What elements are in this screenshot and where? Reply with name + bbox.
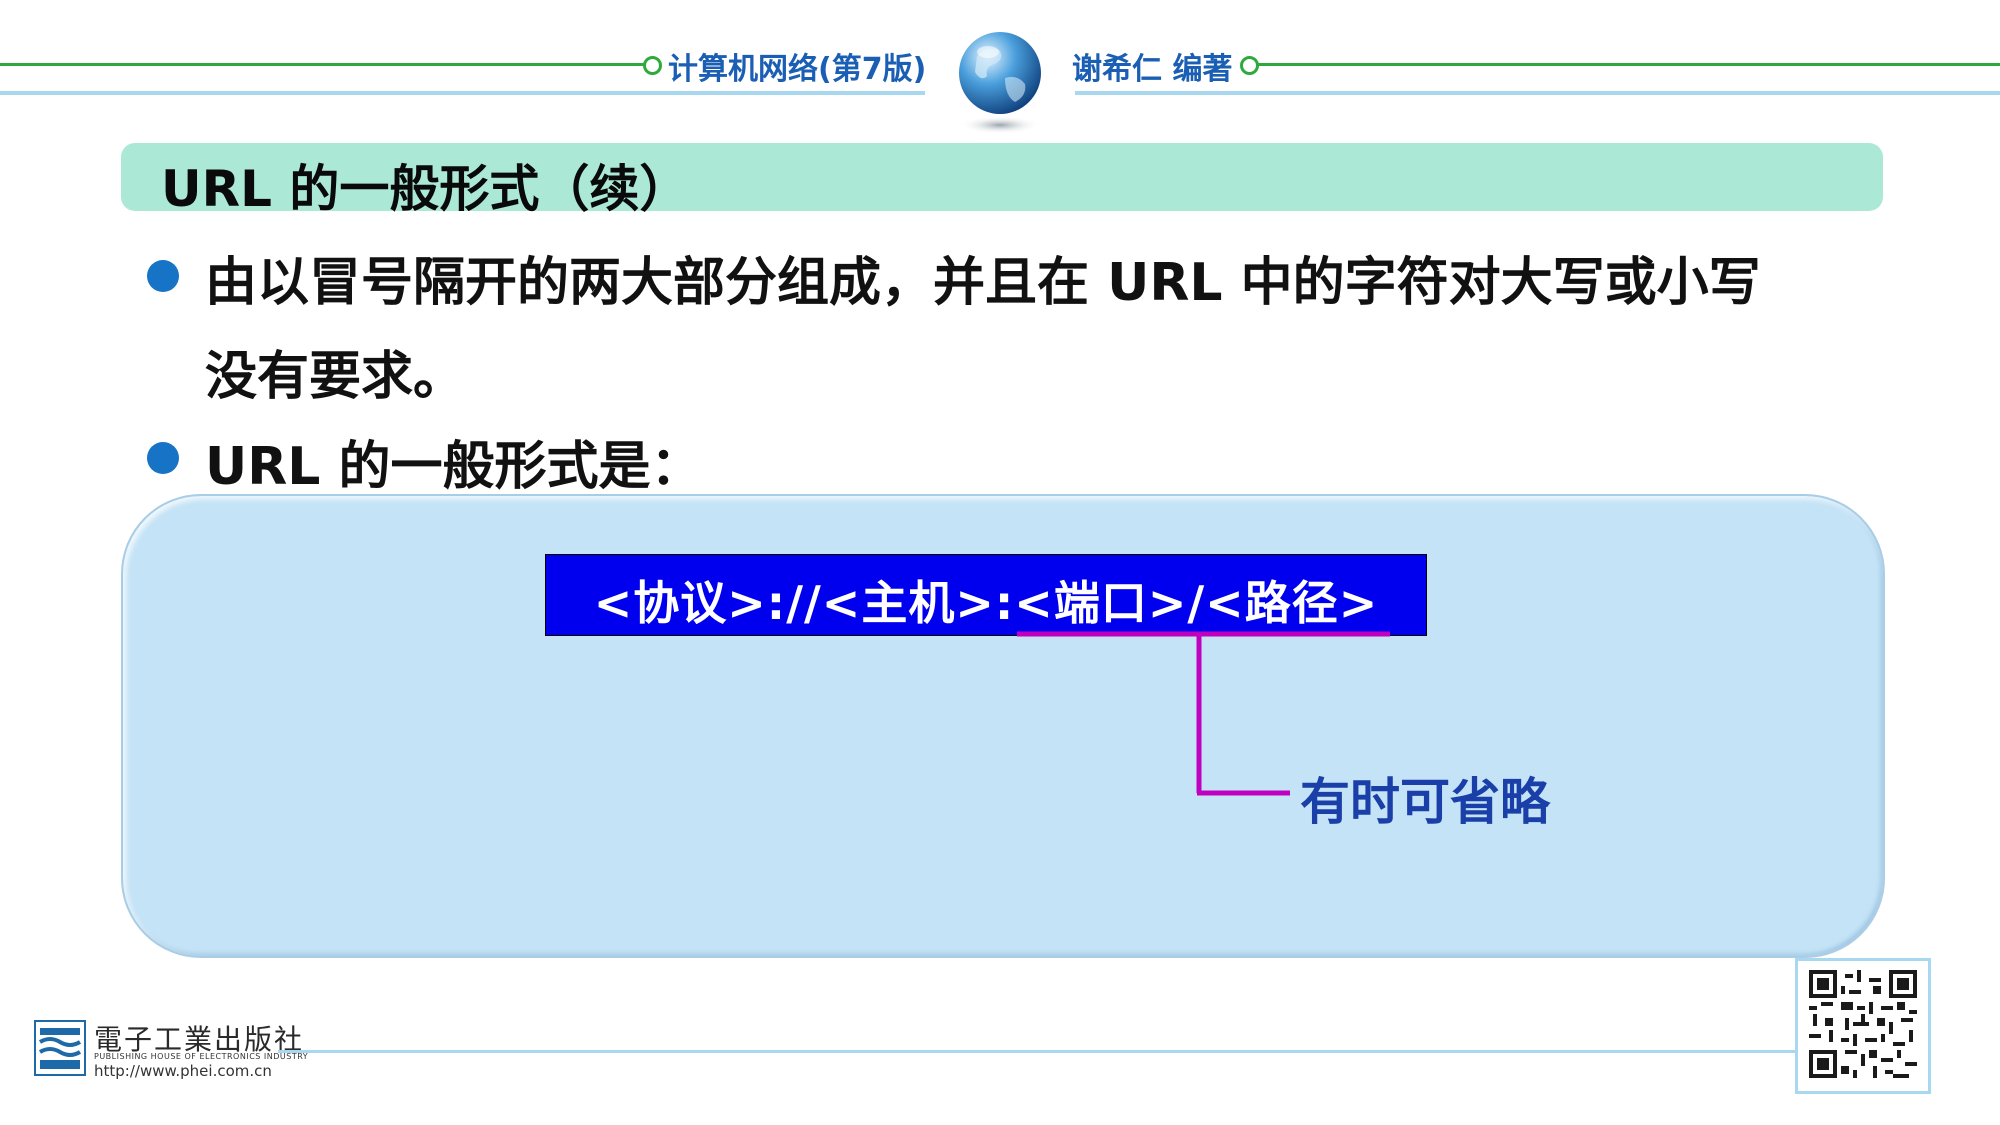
optional-bracket (1017, 631, 1390, 796)
publisher-name-en: PUBLISHING HOUSE OF ELECTRONICS INDUSTRY (94, 1052, 309, 1061)
qr-code-icon (1809, 970, 1917, 1078)
footer-line (278, 1050, 1798, 1053)
publisher-logo-icon (34, 1020, 86, 1076)
optional-note: 有时可省略 (1300, 773, 1550, 831)
publisher-website: http://www.phei.com.cn (94, 1062, 272, 1080)
